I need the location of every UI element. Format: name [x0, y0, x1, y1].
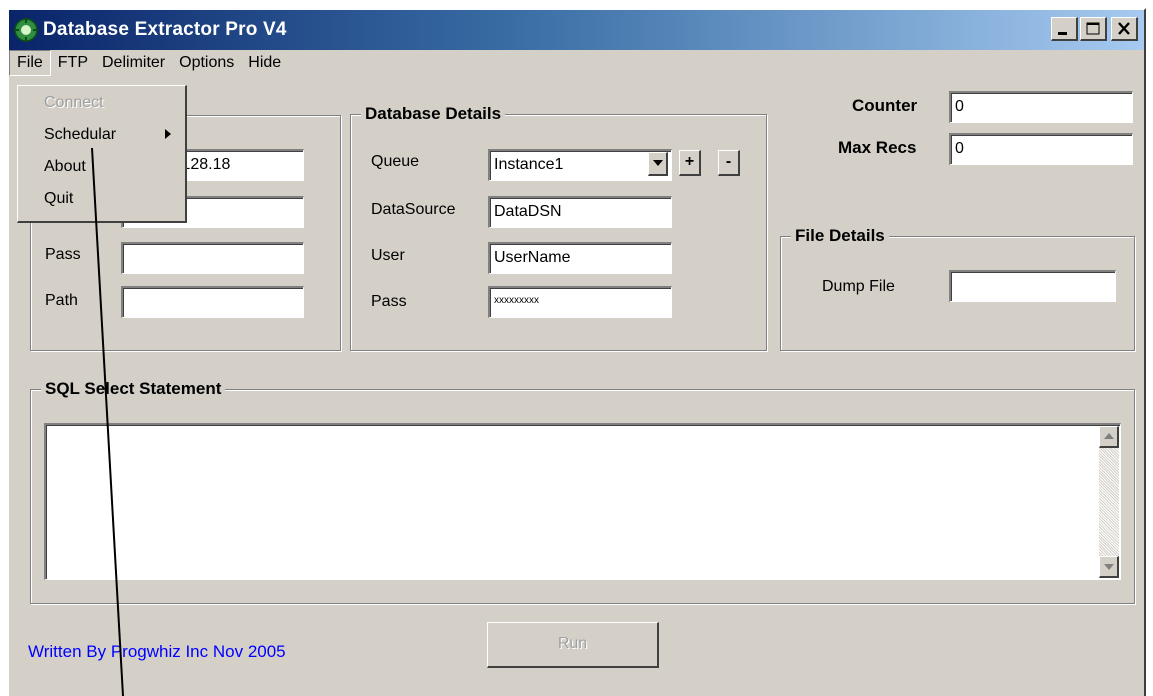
menu-bar: File FTP Delimiter Options Hide — [9, 50, 1144, 76]
file-dropdown-menu: Connect Schedular About Quit — [17, 85, 187, 223]
sql-title: SQL Select Statement — [41, 378, 226, 400]
queue-combo[interactable]: Instance1 — [488, 149, 672, 181]
menu-hide[interactable]: Hide — [241, 50, 288, 76]
credit-text: Written By Progwhiz Inc Nov 2005 — [28, 642, 286, 661]
datasource-label: DataSource — [371, 201, 456, 218]
database-details-title: Database Details — [361, 103, 506, 125]
db-user-label: User — [371, 247, 405, 264]
pass-field[interactable] — [121, 242, 304, 274]
menu-ftp[interactable]: FTP — [51, 50, 95, 76]
menu-item-about[interactable]: About — [18, 154, 185, 180]
menu-delimiter[interactable]: Delimiter — [95, 50, 172, 76]
title-bar[interactable]: Database Extractor Pro V4 — [9, 10, 1144, 50]
close-icon — [1118, 22, 1130, 35]
window-controls — [1051, 17, 1138, 41]
datasource-field[interactable]: DataDSN — [488, 196, 672, 228]
remove-queue-button[interactable]: - — [718, 150, 740, 176]
sql-statement-input[interactable] — [44, 423, 1121, 580]
max-recs-label: Max Recs — [838, 138, 917, 157]
counter-label: Counter — [852, 96, 918, 115]
menu-item-schedular-label: Schedular — [44, 126, 117, 143]
file-details-title: File Details — [791, 225, 889, 247]
queue-label: Queue — [371, 153, 420, 170]
path-label: Path — [45, 292, 78, 309]
submenu-arrow-icon — [165, 129, 171, 139]
counter-field[interactable]: 0 — [949, 91, 1133, 123]
app-icon — [14, 18, 38, 42]
minimize-button[interactable] — [1051, 17, 1078, 41]
dump-file-label: Dump File — [822, 278, 895, 295]
chevron-down-icon[interactable] — [648, 152, 668, 176]
menu-options[interactable]: Options — [172, 50, 241, 76]
path-field[interactable] — [121, 286, 304, 318]
db-pass-field[interactable]: xxxxxxxxx — [488, 286, 672, 318]
db-pass-label: Pass — [371, 293, 407, 310]
close-button[interactable] — [1111, 17, 1138, 41]
sql-scrollbar[interactable] — [1099, 426, 1119, 578]
menu-file[interactable]: File — [9, 50, 51, 76]
minimize-icon — [1058, 32, 1067, 35]
pass-label: Pass — [45, 246, 81, 263]
app-window: Database Extractor Pro V4 File FTP Delim… — [7, 8, 1146, 696]
scroll-up-button[interactable] — [1099, 426, 1119, 448]
run-button[interactable]: Run — [487, 622, 659, 668]
scroll-down-button[interactable] — [1099, 556, 1119, 578]
db-user-field[interactable]: UserName — [488, 242, 672, 274]
maximize-icon — [1086, 22, 1100, 35]
menu-item-quit[interactable]: Quit — [18, 186, 185, 212]
menu-item-schedular[interactable]: Schedular — [18, 122, 185, 148]
maximize-button[interactable] — [1080, 17, 1107, 41]
window-title: Database Extractor Pro V4 — [43, 19, 287, 40]
dump-file-field[interactable] — [949, 270, 1116, 302]
menu-item-connect[interactable]: Connect — [18, 90, 185, 116]
add-queue-button[interactable]: + — [679, 150, 701, 176]
max-recs-field[interactable]: 0 — [949, 133, 1133, 165]
